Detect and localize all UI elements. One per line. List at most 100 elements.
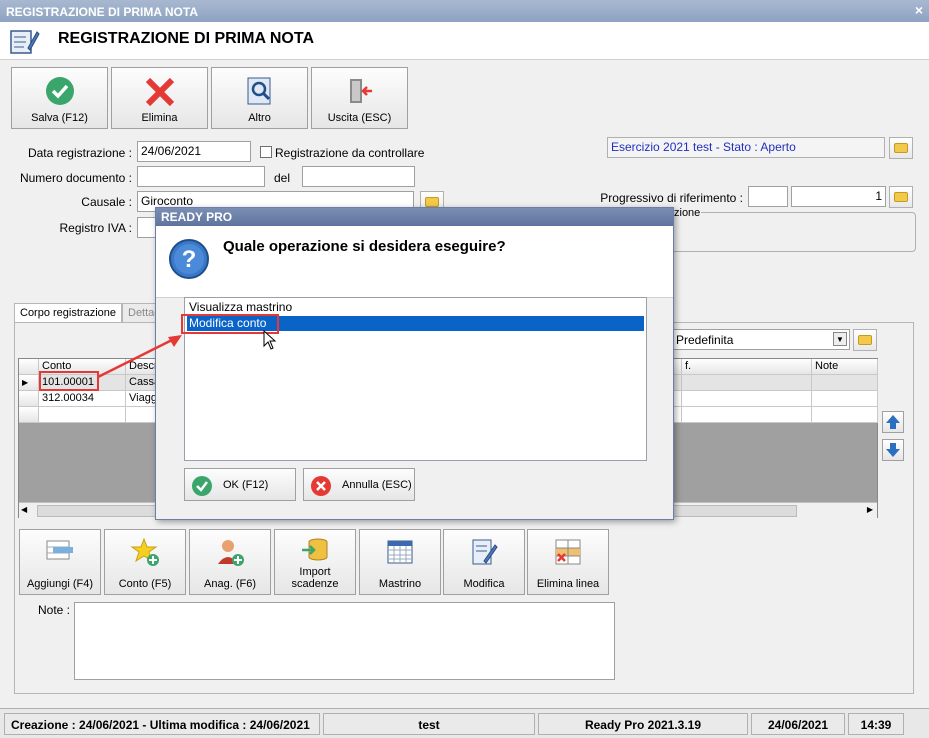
row-header <box>19 391 39 407</box>
dialog-header: ? Quale operazione si desidera eseguire? <box>156 226 673 298</box>
add-label: Aggiungi (F4) <box>26 578 94 590</box>
svg-text:?: ? <box>182 246 197 273</box>
status-version: Ready Pro 2021.3.19 <box>538 713 748 735</box>
modifica-label: Modifica <box>463 578 505 590</box>
tab-corpo-registrazione[interactable]: Corpo registrazione <box>14 303 122 323</box>
edit-document-icon <box>472 539 498 565</box>
dialog-question: Quale operazione si desidera eseguire? <box>223 238 506 255</box>
anag-label: Anag. (F6) <box>204 578 256 590</box>
chevron-down-icon[interactable]: ▼ <box>833 332 847 346</box>
check-label: Registrazione da controllare <box>275 146 425 160</box>
save-label: Salva (F12) <box>31 112 88 124</box>
elimina-linea-button[interactable]: Elimina linea <box>527 529 609 595</box>
cancel-button[interactable]: Annulla (ESC) <box>303 468 415 501</box>
table-row-cell-empty[interactable] <box>682 407 812 423</box>
window-title: REGISTRAZIONE DI PRIMA NOTA <box>6 5 198 19</box>
page-header: REGISTRAZIONE DI PRIMA NOTA <box>0 22 929 60</box>
cancel-icon <box>311 476 331 496</box>
star-add-icon <box>130 537 159 566</box>
question-icon: ? <box>168 238 210 283</box>
iva-field[interactable] <box>137 217 157 238</box>
modifica-button[interactable]: Modifica <box>443 529 525 595</box>
import-label-2: scadenze <box>291 578 339 590</box>
add-row-icon <box>46 540 73 560</box>
table-row-cell-rif[interactable] <box>682 375 812 391</box>
other-button[interactable]: Altro <box>211 67 308 129</box>
arrow-up-icon <box>886 415 900 429</box>
database-import-icon <box>302 538 328 561</box>
docnum-field[interactable] <box>137 166 265 187</box>
notepad-icon <box>8 26 40 59</box>
ok-button[interactable]: OK (F12) <box>184 468 296 501</box>
note-textarea[interactable] <box>74 602 615 680</box>
add-button[interactable]: Aggiungi (F4) <box>19 529 101 595</box>
window-close-button[interactable]: × <box>915 2 923 18</box>
conto-label: Conto (F5) <box>118 578 172 590</box>
status-database: test <box>323 713 535 735</box>
arrow-down-icon <box>886 443 900 457</box>
mastrino-button[interactable]: Mastrino <box>359 529 441 595</box>
table-row-cell-note[interactable] <box>812 375 878 391</box>
column-header-rif[interactable]: f. <box>682 359 812 375</box>
calendar-icon <box>387 540 413 564</box>
move-up-button[interactable] <box>882 411 904 433</box>
status-dates: Creazione : 24/06/2021 - Ultima modifica… <box>4 713 320 735</box>
check-icon <box>192 476 212 496</box>
dialog-title: READY PRO <box>156 208 673 226</box>
table-row-cell-rif[interactable] <box>682 391 812 407</box>
delete-row-icon <box>555 539 581 565</box>
save-button[interactable]: Salva (F12) <box>11 67 108 129</box>
progressivo-field-1[interactable] <box>748 186 788 207</box>
move-down-button[interactable] <box>882 439 904 461</box>
magnifier-icon <box>247 77 270 105</box>
delete-button[interactable]: Elimina <box>111 67 208 129</box>
progressivo-folder-icon[interactable] <box>889 186 913 208</box>
status-bar: Creazione : 24/06/2021 - Ultima modifica… <box>0 708 929 738</box>
row-header <box>19 407 39 423</box>
view-folder-icon[interactable] <box>853 329 877 351</box>
causale-label: Causale : <box>81 195 132 209</box>
other-label: Altro <box>248 112 271 124</box>
conto-button[interactable]: Conto (F5) <box>104 529 186 595</box>
table-row-cell-empty[interactable] <box>812 407 878 423</box>
group-box-label: zione <box>673 207 702 219</box>
scroll-left-icon[interactable]: ◀ <box>21 505 27 514</box>
ok-label: OK (F12) <box>223 479 269 491</box>
row-indicator-icon: ▶ <box>19 375 39 391</box>
date-label: Data registrazione : <box>27 146 132 160</box>
table-row-cell-empty[interactable] <box>39 407 126 423</box>
status-date: 24/06/2021 <box>751 713 845 735</box>
date-field[interactable]: 24/06/2021 <box>137 141 251 162</box>
cancel-label: Annulla (ESC) <box>342 479 412 491</box>
del-field[interactable] <box>302 166 415 187</box>
esercizio-field: Esercizio 2021 test - Stato : Aperto <box>607 137 885 158</box>
check-checkbox[interactable] <box>260 146 272 158</box>
table-row-cell-note[interactable] <box>812 391 878 407</box>
operation-dialog: READY PRO ? Quale operazione si desidera… <box>155 207 674 520</box>
iva-label: Registro IVA : <box>59 221 132 235</box>
mouse-cursor-icon <box>263 329 277 353</box>
scroll-right-icon[interactable]: ▶ <box>867 505 873 514</box>
list-item-visualizza-mastrino[interactable]: Visualizza mastrino <box>187 300 644 315</box>
delete-label: Elimina <box>141 112 178 124</box>
esercizio-folder-icon[interactable] <box>889 137 913 159</box>
anag-button[interactable]: Anag. (F6) <box>189 529 271 595</box>
window-title-bar: REGISTRAZIONE DI PRIMA NOTA <box>0 0 929 22</box>
status-time: 14:39 <box>848 713 904 735</box>
elimina-linea-label: Elimina linea <box>536 578 600 590</box>
mastrino-label: Mastrino <box>378 578 422 590</box>
table-row-cell-conto[interactable]: 312.00034 <box>39 391 126 407</box>
note-label: Note : <box>38 603 71 617</box>
del-label: del <box>274 171 291 185</box>
user-add-icon <box>218 540 244 566</box>
x-icon <box>145 77 174 107</box>
exit-button[interactable]: Uscita (ESC) <box>311 67 408 129</box>
column-header-note[interactable]: Note <box>812 359 878 375</box>
import-scadenze-button[interactable]: Import scadenze <box>274 529 356 595</box>
check-icon <box>45 77 74 105</box>
exit-door-icon <box>349 79 372 103</box>
exit-label: Uscita (ESC) <box>327 112 392 124</box>
progressivo-field-2[interactable]: 1 <box>791 186 886 207</box>
import-label-1: Import <box>299 566 331 578</box>
view-select[interactable]: Predefinita ▼ <box>672 329 850 350</box>
